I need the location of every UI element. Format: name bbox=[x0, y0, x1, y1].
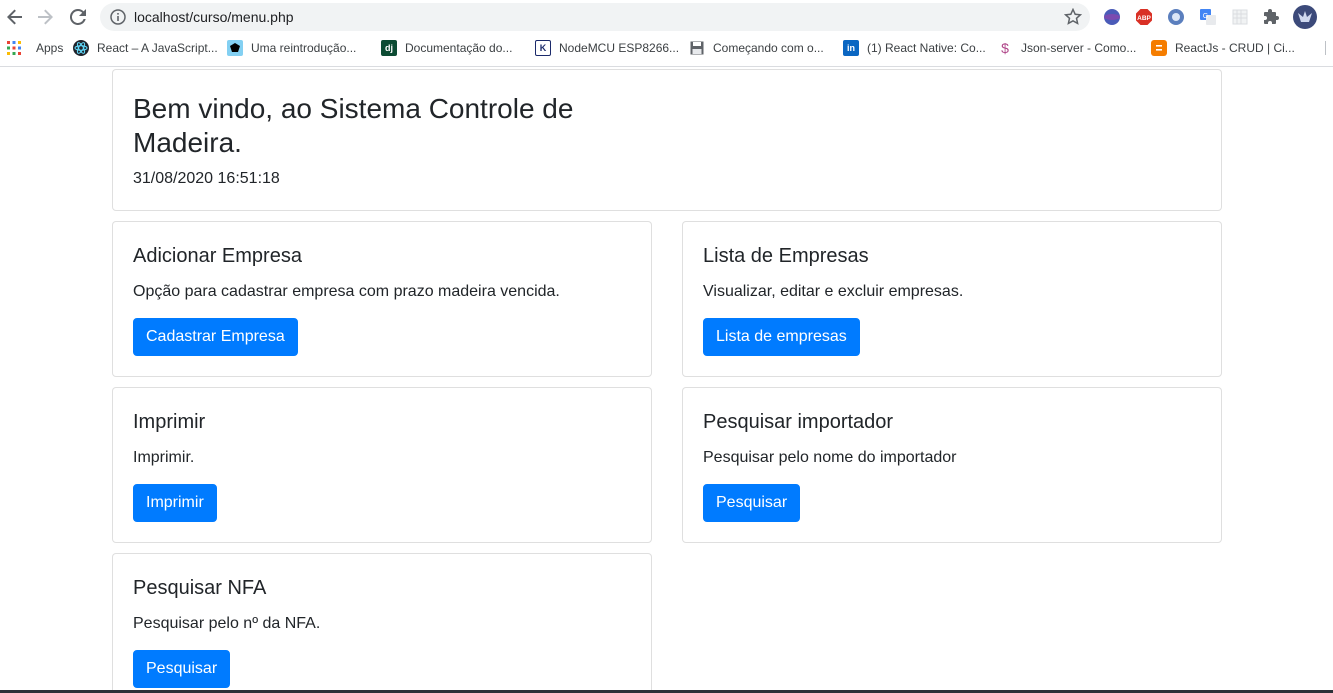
blogger-icon bbox=[1151, 40, 1167, 56]
bookmark-json-server[interactable]: $ Json-server - Como... bbox=[997, 39, 1136, 57]
bookmark-linkedin[interactable]: in (1) React Native: Co... bbox=[843, 39, 986, 57]
django-icon: dj bbox=[381, 40, 397, 56]
bookmark-label: Apps bbox=[36, 41, 64, 55]
card-title: Pesquisar NFA bbox=[133, 577, 267, 599]
bookmark-comecando[interactable]: Começando com o... bbox=[689, 39, 824, 57]
card-lista-empresas: Lista de Empresas Visualizar, editar e e… bbox=[682, 221, 1222, 377]
bookmark-label: NodeMCU ESP8266... bbox=[559, 41, 680, 55]
chrome-divider bbox=[0, 66, 1333, 67]
pesquisar-nfa-button[interactable]: Pesquisar bbox=[133, 650, 231, 688]
card-text: Visualizar, editar e excluir empresas. bbox=[703, 283, 964, 300]
bookmark-label: ReactJs - CRUD | Ci... bbox=[1175, 41, 1295, 55]
card-imprimir: Imprimir Imprimir. Imprimir bbox=[112, 387, 652, 543]
mdn-icon bbox=[227, 40, 243, 56]
card-text: Opção para cadastrar empresa com prazo m… bbox=[133, 283, 560, 300]
card-title: Adicionar Empresa bbox=[133, 245, 302, 267]
puzzle-icon[interactable] bbox=[1262, 7, 1282, 27]
svg-text:G: G bbox=[1203, 13, 1208, 20]
linkedin-icon: in bbox=[843, 40, 859, 56]
pesquisar-importador-button[interactable]: Pesquisar bbox=[703, 484, 801, 522]
card-pesquisar-nfa: Pesquisar NFA Pesquisar pelo nº da NFA. … bbox=[112, 553, 652, 693]
bookmarks-separator bbox=[1325, 41, 1326, 55]
bookmark-django[interactable]: dj Documentação do... bbox=[381, 39, 512, 57]
svg-text:ABP: ABP bbox=[1137, 15, 1151, 22]
profile-avatar-icon[interactable] bbox=[1293, 5, 1317, 29]
welcome-card: Bem vindo, ao Sistema Controle de Madeir… bbox=[112, 69, 1222, 211]
circle-extension-icon[interactable] bbox=[1166, 7, 1186, 27]
globe-extension-icon[interactable] bbox=[1102, 7, 1122, 27]
welcome-title: Bem vindo, ao Sistema Controle de Madeir… bbox=[133, 93, 574, 158]
cadastrar-empresa-button[interactable]: Cadastrar Empresa bbox=[133, 318, 298, 356]
bookmark-mdn[interactable]: Uma reintrodução... bbox=[227, 39, 356, 57]
card-title: Lista de Empresas bbox=[703, 245, 869, 267]
bookmark-label: React – A JavaScript... bbox=[97, 41, 218, 55]
lista-empresas-button[interactable]: Lista de empresas bbox=[703, 318, 860, 356]
react-icon bbox=[73, 40, 89, 56]
dollar-icon: $ bbox=[1001, 40, 1009, 56]
bookmark-nodemcu[interactable]: K NodeMCU ESP8266... bbox=[535, 39, 679, 57]
card-text: Imprimir. bbox=[133, 449, 195, 466]
bookmark-label: Começando com o... bbox=[713, 41, 824, 55]
bookmark-label: Documentação do... bbox=[405, 41, 513, 55]
floppy-icon bbox=[689, 40, 705, 56]
current-datetime: 31/08/2020 16:51:18 bbox=[133, 170, 280, 187]
reload-button[interactable] bbox=[66, 5, 90, 29]
bookmarks-bar: Apps React – A JavaScript... Uma reintro… bbox=[0, 34, 1333, 62]
card-pesquisar-importador: Pesquisar importador Pesquisar pelo nome… bbox=[682, 387, 1222, 543]
bookmark-label: (1) React Native: Co... bbox=[867, 41, 986, 55]
k-icon: K bbox=[535, 40, 551, 56]
bookmark-label: Uma reintrodução... bbox=[251, 41, 357, 55]
back-button[interactable] bbox=[3, 5, 27, 29]
site-info-icon[interactable] bbox=[110, 9, 126, 30]
bookmark-react[interactable]: React – A JavaScript... bbox=[73, 39, 218, 57]
translate-icon[interactable]: G bbox=[1198, 7, 1218, 27]
forward-arrow-icon bbox=[38, 9, 53, 25]
adblock-icon[interactable]: ABP bbox=[1134, 7, 1154, 27]
bookmark-reactjs-crud[interactable]: ReactJs - CRUD | Ci... bbox=[1151, 39, 1295, 57]
bookmark-apps[interactable]: Apps bbox=[6, 39, 63, 57]
apps-grid-icon bbox=[6, 40, 22, 56]
bookmark-star-icon[interactable] bbox=[1063, 7, 1083, 31]
grid-extension-icon[interactable] bbox=[1230, 7, 1250, 27]
browser-toolbar: localhost/curso/menu.php ABP G bbox=[0, 0, 1333, 34]
card-title: Pesquisar importador bbox=[703, 411, 894, 433]
card-text: Pesquisar pelo nº da NFA. bbox=[133, 615, 321, 632]
imprimir-button[interactable]: Imprimir bbox=[133, 484, 217, 522]
bookmark-label: Json-server - Como... bbox=[1021, 41, 1137, 55]
card-adicionar-empresa: Adicionar Empresa Opção para cadastrar e… bbox=[112, 221, 652, 377]
forward-button[interactable] bbox=[33, 5, 57, 29]
url-text: localhost/curso/menu.php bbox=[134, 9, 294, 25]
address-bar[interactable]: localhost/curso/menu.php bbox=[100, 3, 1090, 31]
card-title: Imprimir bbox=[133, 411, 206, 433]
reload-icon bbox=[70, 9, 86, 25]
back-arrow-icon bbox=[7, 9, 22, 25]
card-text: Pesquisar pelo nome do importador bbox=[703, 449, 957, 466]
